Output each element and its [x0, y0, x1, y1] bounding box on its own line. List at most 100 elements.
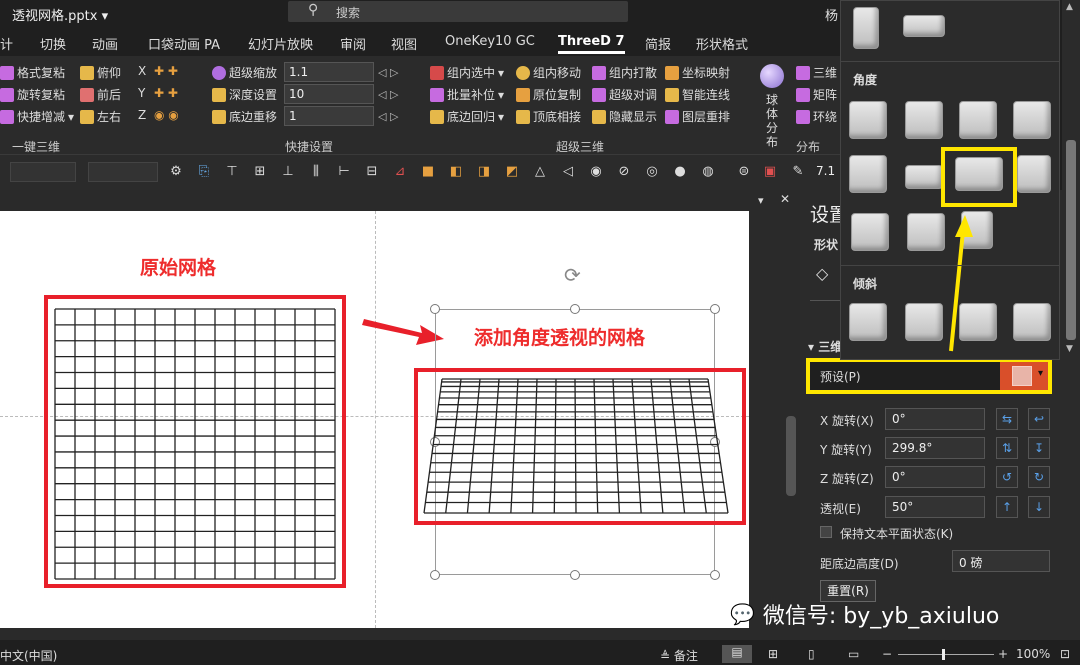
scroll-down-icon[interactable]: ▼ [1066, 344, 1073, 354]
preset-tilt-4[interactable] [1013, 303, 1051, 341]
format-copy-paste-button[interactable]: 格式复粘 [0, 64, 65, 81]
handle-bottom-right[interactable] [710, 570, 720, 580]
dropdown-scrollbar[interactable]: ▲ ▼ [1062, 0, 1080, 360]
shape-3-icon[interactable]: ◎ [644, 164, 660, 180]
pane-dropdown-icon[interactable]: ▾ [758, 194, 764, 207]
y-rotation-input[interactable]: 299.8° [885, 437, 985, 459]
preset-top-2[interactable] [903, 15, 945, 37]
pick-icon[interactable]: ⎘ [196, 164, 212, 180]
scroll-up-icon[interactable]: ▲ [1066, 2, 1073, 12]
bottom-arrows-icon[interactable]: ◁ ▷ [378, 110, 398, 123]
x-rotation-input[interactable]: 0° [885, 408, 985, 430]
tab-threed[interactable]: ThreeD 7 [558, 34, 625, 54]
y-rotate-down-button[interactable]: ↧ [1028, 437, 1050, 459]
toolbar-field-2[interactable] [88, 162, 158, 182]
3d-button[interactable]: 三维 [796, 64, 837, 81]
align-bottom-icon[interactable]: ⊥ [280, 164, 296, 180]
tab-onekey[interactable]: OneKey10 GC [445, 34, 535, 49]
arrow-left-icon[interactable]: ◁ [560, 164, 576, 180]
surround-button[interactable]: 环绕 [796, 108, 837, 125]
top-bottom-join-button[interactable]: 顶底相接 [516, 108, 581, 125]
coordinate-map-button[interactable]: 坐标映射 [665, 64, 730, 81]
square-1-icon[interactable]: ■ [420, 164, 436, 180]
scale-arrows-icon[interactable]: ◁ ▷ [378, 66, 398, 79]
shape-6-icon[interactable]: ⊜ [736, 164, 752, 180]
toolbar-field-1[interactable] [10, 162, 76, 182]
preset-angle-9[interactable] [851, 213, 889, 251]
search-box[interactable]: ⚲ 搜索 [288, 1, 628, 22]
quick-adjust-button[interactable]: 快捷增减 ▾ [0, 108, 74, 125]
group-break-button[interactable]: 组内打散 [592, 64, 657, 81]
shape-5-icon[interactable]: ◍ [700, 164, 716, 180]
bottom-reset-button[interactable]: 底边重移 [212, 108, 277, 125]
axis-z-controls-icon[interactable]: ◉ ◉ [154, 108, 179, 122]
rotate-copy-paste-button[interactable]: 旋转复粘 [0, 86, 65, 103]
z-rotation-input[interactable]: 0° [885, 466, 985, 488]
x-rotate-right-button[interactable]: ↩ [1028, 408, 1050, 430]
hide-show-button[interactable]: 隐藏显示 [592, 108, 657, 125]
tab-brief[interactable]: 简报 [645, 34, 671, 53]
smart-connect-button[interactable]: 智能连线 [665, 86, 730, 103]
flip-icon[interactable]: ⊿ [392, 164, 408, 180]
y-rotate-up-button[interactable]: ⇅ [996, 437, 1018, 459]
left-right-button[interactable]: 左右 [80, 108, 121, 125]
tab-view[interactable]: 视图 [391, 34, 417, 53]
batch-fill-button[interactable]: 批量补位 ▾ [430, 86, 504, 103]
square-2-icon[interactable]: ◧ [448, 164, 464, 180]
depth-setting-button[interactable]: 深度设置 [212, 86, 277, 103]
preset-tilt-1[interactable] [849, 303, 887, 341]
tab-animations[interactable]: 动画 [92, 34, 118, 53]
tab-review[interactable]: 审阅 [340, 34, 366, 53]
rotate-handle-icon[interactable]: ⟳ [564, 263, 581, 287]
axis-y-controls-icon[interactable]: ✚ ✚ [154, 86, 178, 100]
section-3d-rotation[interactable]: ▾ 三维 [808, 338, 842, 355]
zoom-thumb[interactable] [942, 649, 945, 660]
user-name[interactable]: 杨 [825, 5, 838, 24]
square-4-icon[interactable]: ◩ [504, 164, 520, 180]
shape-2-icon[interactable]: ⊘ [616, 164, 632, 180]
front-back-button[interactable]: 前后 [80, 86, 121, 103]
perspective-increase-button[interactable]: ↑ [996, 496, 1018, 518]
tab-design[interactable]: 计 [0, 34, 13, 53]
zoom-slider[interactable] [898, 654, 994, 655]
preset-angle-7-selected[interactable] [955, 157, 1003, 191]
slideshow-view-icon[interactable]: ▭ [848, 647, 859, 661]
handle-bottom-left[interactable] [430, 570, 440, 580]
align-center-icon[interactable]: ⊟ [364, 164, 380, 180]
preset-angle-6[interactable] [905, 165, 943, 189]
shape-1-icon[interactable]: ◉ [588, 164, 604, 180]
distance-input[interactable]: 0 磅 [952, 550, 1050, 572]
notes-button[interactable]: ≜ 备注 [660, 647, 698, 664]
pitch-button[interactable]: 俯仰 [80, 64, 121, 81]
preset-angle-3[interactable] [959, 101, 997, 139]
perspective-input[interactable]: 50° [885, 496, 985, 518]
z-rotate-cw-button[interactable]: ↻ [1028, 466, 1050, 488]
bottom-input[interactable]: 1 [284, 106, 374, 126]
distribute-icon[interactable]: ⫼ [308, 164, 324, 180]
perspective-decrease-button[interactable]: ↓ [1028, 496, 1050, 518]
fill-bucket-icon[interactable]: ◇ [816, 264, 828, 283]
preset-angle-1[interactable] [849, 101, 887, 139]
zoom-out-icon[interactable]: − [882, 647, 892, 661]
zoom-in-icon[interactable]: + [998, 647, 1008, 661]
handle-top-right[interactable] [710, 304, 720, 314]
preset-angle-10[interactable] [907, 213, 945, 251]
handle-top[interactable] [570, 304, 580, 314]
axis-x-controls-icon[interactable]: ✚ ✚ [154, 64, 178, 78]
layer-reorder-button[interactable]: 图层重排 [665, 108, 730, 125]
preset-top-1[interactable] [853, 7, 879, 49]
align-left-icon[interactable]: ⊢ [336, 164, 352, 180]
depth-arrows-icon[interactable]: ◁ ▷ [378, 88, 398, 101]
settings-gear-icon[interactable]: ⚙ [168, 164, 184, 180]
preset-angle-4[interactable] [1013, 101, 1051, 139]
triangle-icon[interactable]: △ [532, 164, 548, 180]
fit-slide-icon[interactable]: ⊡ [1060, 647, 1070, 661]
preset-angle-5[interactable] [849, 155, 887, 193]
preset-button[interactable]: ▾ [1000, 362, 1048, 390]
bottom-return-button[interactable]: 底边回归 ▾ [430, 108, 504, 125]
zoom-level[interactable]: 100% [1016, 647, 1050, 661]
sorter-view-icon[interactable]: ⊞ [768, 647, 778, 661]
slide-scrollbar[interactable] [786, 416, 796, 496]
tab-pocket-animation[interactable]: 口袋动画 PA [148, 34, 220, 53]
super-swap-button[interactable]: 超级对调 [592, 86, 657, 103]
